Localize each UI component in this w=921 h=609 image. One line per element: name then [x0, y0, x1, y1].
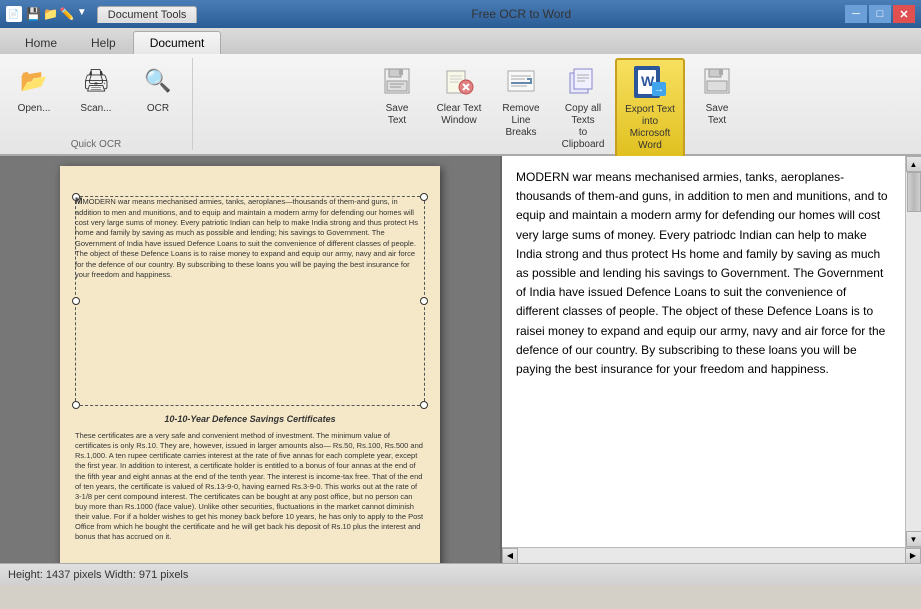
handle-mr[interactable] — [420, 297, 428, 305]
copy-all-label: Copy all Textsto Clipboard — [560, 103, 606, 151]
h-scroll-right[interactable]: ▶ — [905, 548, 921, 564]
ocr-button[interactable]: 🔍 OCR — [128, 58, 188, 126]
export-word-label: Export Text intoMicrosoft Word — [623, 104, 677, 152]
ribbon-group-document: SaveText Clear Text — [193, 58, 921, 150]
doc-text-upper: MMODERN war means mechanised armies, tan… — [75, 196, 425, 280]
save-text-button[interactable]: SaveText — [367, 58, 427, 132]
divider-text: 10-10-Year Defence Savings Certificates — [75, 414, 425, 426]
ocr-label: OCR — [147, 103, 169, 115]
app-title: Free OCR to Word — [197, 7, 845, 21]
ribbon-content: 📂 Open... 🖨 Scan... 🔍 OCR Quick OCR — [0, 54, 921, 154]
clear-text-icon — [441, 63, 477, 99]
window-controls: ─ □ ✕ — [845, 5, 915, 23]
h-scroll-track[interactable] — [518, 548, 905, 563]
save-icon[interactable]: 💾 — [26, 7, 41, 21]
save-text-label: SaveText — [386, 103, 409, 127]
open-icon[interactable]: 📁 — [43, 7, 58, 21]
svg-text:→: → — [654, 84, 664, 95]
remove-breaks-label: Remove LineBreaks — [498, 103, 544, 139]
minimize-button[interactable]: ─ — [845, 5, 867, 23]
open-button[interactable]: 📂 Open... — [4, 58, 64, 126]
scan-button[interactable]: 🖨 Scan... — [66, 58, 126, 126]
scan-label: Scan... — [80, 103, 111, 115]
text-output[interactable]: MODERN war means mechanised armies, tank… — [502, 156, 905, 547]
main-content: MMODERN war means mechanised armies, tan… — [0, 156, 921, 563]
h-scroll-left[interactable]: ◀ — [502, 548, 518, 564]
pencil-icon[interactable]: ✏️ — [60, 7, 75, 21]
dropdown-icon[interactable]: ▼ — [77, 7, 87, 21]
handle-br[interactable] — [420, 401, 428, 409]
clear-text-button[interactable]: Clear TextWindow — [429, 58, 489, 132]
doc-text-upper-content: MODERN war means mechanised armies, tank… — [75, 197, 418, 279]
quick-ocr-buttons: 📂 Open... 🖨 Scan... 🔍 OCR — [4, 58, 188, 137]
save-text-icon — [379, 63, 415, 99]
h-scrollbar[interactable]: ◀ ▶ — [502, 547, 921, 563]
open-icon: 📂 — [16, 63, 52, 99]
remove-breaks-button[interactable]: Remove LineBreaks — [491, 58, 551, 144]
save-text2-label: SaveText — [706, 103, 729, 127]
document-buttons: SaveText Clear Text — [367, 58, 747, 158]
quick-ocr-group-label: Quick OCR — [71, 139, 122, 150]
close-button[interactable]: ✕ — [893, 5, 915, 23]
clear-text-label: Clear TextWindow — [437, 103, 482, 127]
export-word-icon: W → — [632, 64, 668, 100]
doc-page: MMODERN war means mechanised armies, tan… — [60, 166, 440, 563]
save-text2-icon — [699, 63, 735, 99]
status-bar: Height: 1437 pixels Width: 971 pixels — [0, 563, 921, 585]
scroll-down-button[interactable]: ▼ — [906, 531, 921, 547]
save-text2-button[interactable]: SaveText — [687, 58, 747, 132]
quick-save-bar: 💾 📁 ✏️ ▼ — [26, 7, 87, 21]
scroll-up-button[interactable]: ▲ — [906, 156, 921, 172]
scan-icon: 🖨 — [78, 63, 114, 99]
tab-document[interactable]: Document — [133, 31, 222, 54]
doc-tools-label: Document Tools — [97, 6, 198, 23]
handle-bl[interactable] — [72, 401, 80, 409]
tab-home[interactable]: Home — [8, 31, 74, 54]
ribbon: 📂 Open... 🖨 Scan... 🔍 OCR Quick OCR — [0, 54, 921, 156]
open-label: Open... — [18, 103, 51, 115]
copy-all-icon — [565, 63, 601, 99]
doc-text-lower: These certificates are a very safe and c… — [75, 431, 425, 542]
export-word-button[interactable]: W → Export Text intoMicrosoft Word — [615, 58, 685, 158]
text-panel: MODERN war means mechanised armies, tank… — [500, 156, 921, 563]
ribbon-tabs: Home Help Document — [0, 28, 921, 54]
handle-ml[interactable] — [72, 297, 80, 305]
copy-all-button[interactable]: Copy all Textsto Clipboard — [553, 58, 613, 156]
ocr-icon: 🔍 — [140, 63, 176, 99]
title-bar-left: 📄 💾 📁 ✏️ ▼ Document Tools — [6, 6, 197, 23]
scroll-thumb[interactable] — [907, 172, 921, 212]
maximize-button[interactable]: □ — [869, 5, 891, 23]
scroll-track[interactable] — [906, 172, 921, 531]
tab-help[interactable]: Help — [74, 31, 133, 54]
doc-panel[interactable]: MMODERN war means mechanised armies, tan… — [0, 156, 500, 563]
title-bar: 📄 💾 📁 ✏️ ▼ Document Tools Free OCR to Wo… — [0, 0, 921, 28]
right-scrollbar[interactable]: ▲ ▼ — [905, 156, 921, 547]
app-icon: 📄 — [6, 6, 22, 22]
status-text: Height: 1437 pixels Width: 971 pixels — [8, 569, 188, 581]
remove-breaks-icon — [503, 63, 539, 99]
ribbon-group-quick-ocr: 📂 Open... 🖨 Scan... 🔍 OCR Quick OCR — [0, 58, 193, 150]
